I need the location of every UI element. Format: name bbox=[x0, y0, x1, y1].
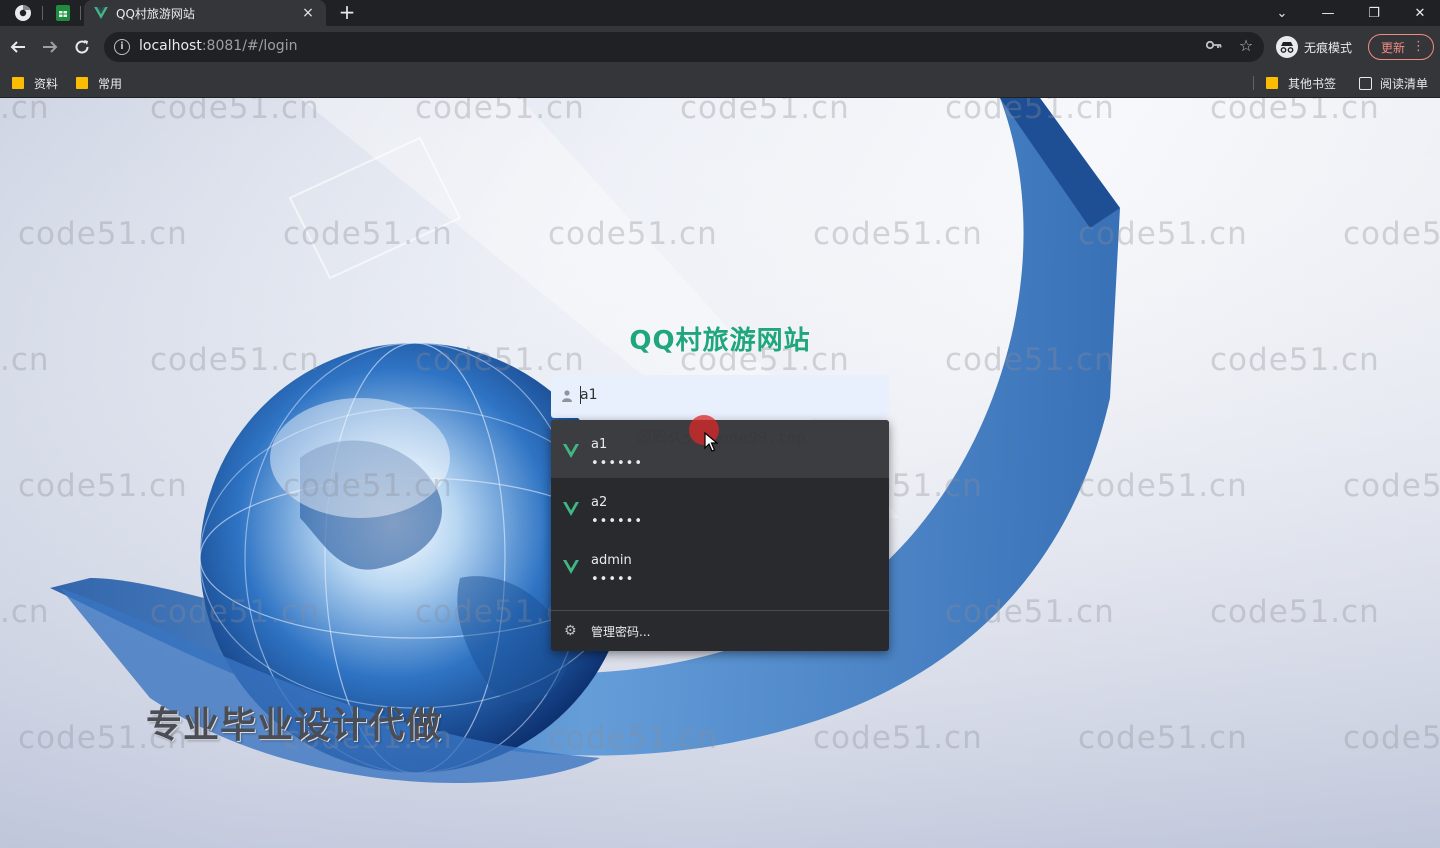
autofill-suggestion[interactable]: admin ••••• bbox=[551, 536, 889, 594]
minimize-button[interactable]: — bbox=[1306, 0, 1350, 26]
key-icon[interactable] bbox=[1204, 38, 1224, 56]
text-caret bbox=[580, 386, 581, 404]
browser-toolbar: i localhost:8081/#/login ☆ 无痕模式 更新 ⋮ bbox=[0, 26, 1440, 68]
reading-list-icon bbox=[1359, 76, 1372, 90]
watermark: code51.cn bbox=[945, 594, 1115, 630]
autofill-suggestion[interactable]: a2 •••••• bbox=[551, 478, 889, 536]
watermark: code51.cn bbox=[813, 720, 983, 756]
close-window-button[interactable]: ✕ bbox=[1398, 0, 1440, 26]
watermark: code51.cn bbox=[548, 216, 718, 252]
active-tab[interactable]: QQ村旅游网站 × bbox=[84, 0, 326, 26]
watermark: code51.cn bbox=[1078, 216, 1248, 252]
password-autofill-dropdown: a1 •••••• a2 •••••• admin ••••• ⚙ 管理密码..… bbox=[551, 420, 889, 651]
incognito-indicator[interactable]: 无痕模式 bbox=[1276, 36, 1352, 58]
more-vert-icon: ⋮ bbox=[1412, 39, 1425, 54]
site-title: QQ村旅游网站 bbox=[629, 326, 811, 356]
new-tab-button[interactable]: + bbox=[336, 1, 358, 23]
folder-icon bbox=[12, 77, 24, 89]
gear-icon: ⚙ bbox=[564, 623, 577, 639]
chrome-menu-icon[interactable] bbox=[12, 3, 34, 23]
watermark: code51.cn bbox=[283, 216, 453, 252]
vue-logo-icon bbox=[563, 502, 579, 516]
bookmark-label: 其他书签 bbox=[1288, 76, 1337, 91]
incognito-label: 无痕模式 bbox=[1304, 40, 1353, 55]
tab-close-icon[interactable]: × bbox=[300, 5, 316, 21]
site-info-icon[interactable]: i bbox=[114, 39, 130, 55]
folder-icon bbox=[76, 77, 88, 89]
bookmark-label: 资料 bbox=[34, 76, 59, 91]
vue-logo-icon bbox=[563, 444, 579, 458]
bookmark-folder-changyong[interactable]: 常用 bbox=[76, 74, 122, 92]
tab-divider bbox=[80, 6, 81, 20]
reload-icon[interactable] bbox=[70, 35, 94, 59]
forward-arrow-icon[interactable] bbox=[38, 35, 62, 59]
tab-bar: QQ村旅游网站 × + ⌄ — ❐ ✕ bbox=[0, 0, 1440, 26]
watermark: code51.cn bbox=[150, 98, 320, 126]
watermark: code51.cn bbox=[548, 720, 718, 756]
mouse-cursor-icon bbox=[704, 432, 718, 452]
suggestion-username: admin bbox=[591, 553, 632, 568]
reading-list-label: 阅读清单 bbox=[1380, 76, 1429, 91]
bookmark-label: 常用 bbox=[98, 76, 123, 91]
bookmarks-bar: 资料 常用 其他书签 阅读清单 bbox=[0, 68, 1440, 98]
suggestion-password-mask: •••••• bbox=[591, 514, 644, 529]
watermark: code5 bbox=[1343, 216, 1440, 252]
watermark: code51.cn bbox=[18, 468, 188, 504]
other-bookmarks-folder[interactable]: 其他书签 bbox=[1266, 74, 1336, 92]
watermark: code51.cn bbox=[283, 468, 453, 504]
watermark: code51.cn bbox=[1210, 594, 1380, 630]
user-icon bbox=[562, 390, 572, 402]
watermark: code51.cn bbox=[415, 98, 585, 126]
incognito-icon bbox=[1276, 36, 1298, 58]
tab-divider bbox=[42, 6, 43, 20]
suggestion-username: a2 bbox=[591, 495, 608, 510]
promo-text: 专业毕业设计代做 bbox=[146, 705, 443, 746]
watermark: code51.cn bbox=[150, 594, 320, 630]
url-text[interactable]: localhost:8081/#/login bbox=[139, 38, 297, 54]
restore-button[interactable]: ❐ bbox=[1352, 0, 1396, 26]
username-input[interactable]: a1 bbox=[551, 375, 889, 418]
watermark: code51.cn bbox=[18, 216, 188, 252]
overlay-watermark-text: 源码久久-code99.top bbox=[636, 428, 806, 447]
address-bar[interactable]: i localhost:8081/#/login ☆ bbox=[104, 32, 1264, 62]
update-button[interactable]: 更新 ⋮ bbox=[1368, 34, 1434, 60]
suggestion-password-mask: ••••• bbox=[591, 572, 635, 587]
tab-title: QQ村旅游网站 bbox=[116, 6, 195, 21]
suggestion-password-mask: •••••• bbox=[591, 456, 644, 471]
watermark: code51.cn bbox=[813, 216, 983, 252]
watermark: code51.cn bbox=[945, 98, 1115, 126]
manage-passwords-label: 管理密码... bbox=[591, 625, 651, 639]
watermark: code51.cn bbox=[1078, 720, 1248, 756]
update-label: 更新 bbox=[1381, 40, 1406, 55]
login-page: .cn code51.cn code51.cn code51.cn code51… bbox=[0, 98, 1440, 848]
back-arrow-icon[interactable] bbox=[6, 35, 30, 59]
watermark: code5 bbox=[1343, 468, 1440, 504]
watermark: code51.cn bbox=[680, 98, 850, 126]
manage-passwords-item[interactable]: ⚙ 管理密码... bbox=[551, 610, 889, 651]
reading-list-button[interactable]: 阅读清单 bbox=[1359, 74, 1428, 92]
bookmark-folder-ziliao[interactable]: 资料 bbox=[12, 74, 58, 92]
suggestion-username: a1 bbox=[591, 437, 608, 452]
bookmarks-separator bbox=[1253, 76, 1254, 90]
vue-favicon-icon bbox=[94, 7, 108, 19]
bookmark-star-icon[interactable]: ☆ bbox=[1236, 36, 1256, 56]
watermark: .cn bbox=[0, 594, 50, 630]
vue-logo-icon bbox=[563, 560, 579, 574]
folder-icon bbox=[1266, 77, 1278, 89]
watermark: code51.cn bbox=[1078, 468, 1248, 504]
username-value: a1 bbox=[580, 387, 598, 403]
tab-search-icon[interactable]: ⌄ bbox=[1260, 0, 1304, 26]
watermark: .cn bbox=[0, 98, 50, 126]
watermark: code51.cn bbox=[1210, 98, 1380, 126]
watermark: code5 bbox=[1343, 720, 1440, 756]
pinned-tab-sheets-icon[interactable] bbox=[52, 3, 74, 23]
